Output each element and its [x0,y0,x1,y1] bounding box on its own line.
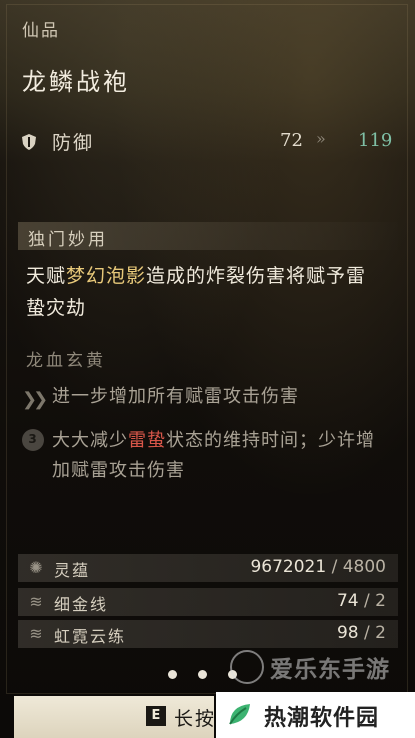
material-need: 2 [375,591,386,611]
unique-effect-title: 独门妙用 [28,230,108,250]
material-have: 98 [336,623,359,643]
set-bonus-title: 龙血玄黄 [26,351,106,371]
set-effect-2: 3 大大减少雷蛰状态的维持时间；少许增加赋雷攻击伤害 [22,426,392,488]
material-row: ≋ 细金线 74 / 2 [18,588,398,616]
material-name: 虹霓云练 [54,627,127,646]
watermark-bottom: 热潮软件园 [216,692,415,738]
gold-thread-icon: ≋ [29,592,43,611]
material-have: 9672021 [250,557,327,577]
double-chevron-icon: ❯❯ [22,389,48,410]
e-key-icon: E [146,706,166,726]
set-effect-2-text: 大大减少雷蛰状态的维持时间；少许增加赋雷攻击伤害 [52,426,392,486]
thunder-status-highlight: 雷蛰 [128,430,166,451]
watermark-leaf-icon [229,704,250,725]
spirit-essence-icon: ✺ [29,558,43,577]
watermark-logo-icon [230,650,264,684]
item-rarity: 仙品 [22,21,60,41]
stat-upgrade-arrow: » [316,129,326,148]
material-count: 74 / 2 [336,591,386,611]
item-name: 龙鳞战袍 [22,68,130,96]
watermark-bottom-text: 热潮软件园 [264,706,380,731]
talent-name-highlight: 梦幻泡影 [66,265,147,287]
unique-effect-description: 天赋梦幻泡影造成的炸裂伤害将赋予雷蛰灾劫 [26,260,386,324]
rainbow-cloud-icon: ≋ [29,624,43,643]
hold-action-label: 长按 [174,708,217,730]
material-row: ≋ 虹霓云练 98 / 2 [18,620,398,648]
unique-effect-header: 独门妙用 [18,222,398,250]
watermark-top-text: 爱乐东手游 [270,657,390,683]
hold-action-button[interactable]: E 长按 [14,696,214,738]
desc-prefix: 天赋 [26,265,67,287]
stat-label: 防御 [52,132,95,154]
set-effect-1-text: 进一步增加所有赋雷攻击伤害 [52,386,299,407]
material-need: 4800 [342,557,386,577]
stat-current-value: 72 [280,130,303,151]
material-count: 9672021 / 4800 [250,557,386,577]
shield-icon [22,134,36,150]
material-count: 98 / 2 [336,623,386,643]
material-have: 74 [336,591,359,611]
defense-stat-row: 防御 72 » 119 [18,128,398,156]
material-name: 细金线 [54,595,109,614]
page-dot-active[interactable] [198,670,207,679]
page-dot[interactable] [168,670,177,679]
effect-2-prefix: 大大减少 [52,430,128,451]
stat-upgraded-value: 119 [358,130,393,151]
circle-3-icon: 3 [22,429,44,451]
material-row: ✺ 灵蕴 9672021 / 4800 [18,554,398,582]
material-name: 灵蕴 [54,561,91,580]
watermark-top: 爱乐东手游 [230,646,410,686]
material-need: 2 [375,623,386,643]
